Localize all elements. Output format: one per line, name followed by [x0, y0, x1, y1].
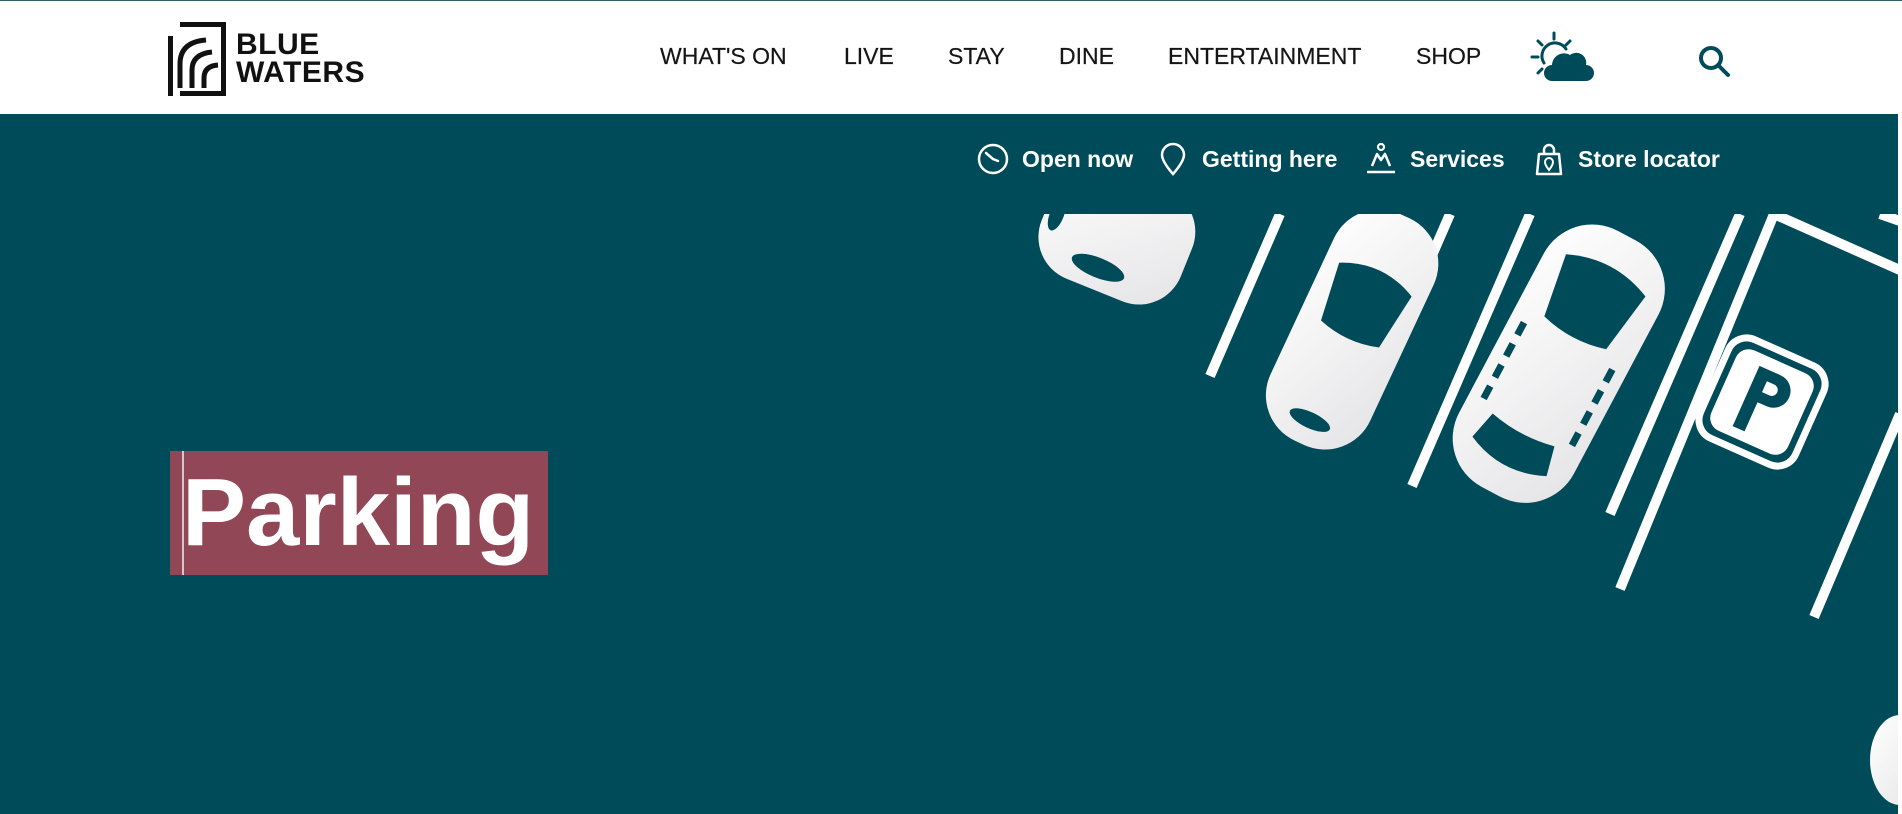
services-link[interactable]: Services — [1364, 142, 1505, 176]
open-now-link[interactable]: Open now — [976, 142, 1133, 176]
logo-line-2: WATERS — [236, 56, 366, 89]
sun-cloud-icon[interactable] — [1530, 31, 1594, 83]
shopping-bag-icon — [1535, 143, 1563, 176]
scrollbar-edge — [1898, 114, 1902, 814]
getting-here-link[interactable]: Getting here — [1156, 142, 1337, 176]
site-logo[interactable]: BLUE WATERS — [166, 19, 396, 99]
nav-item-whats-on[interactable]: WHAT'S ON — [660, 43, 787, 70]
car-1 — [1038, 214, 1196, 305]
bluewater-logo-icon — [168, 22, 226, 96]
nav-item-stay[interactable]: STAY — [948, 43, 1005, 70]
hero-banner: Open now Getting here Services Store loc… — [0, 114, 1898, 814]
store-locator-link[interactable]: Store locator — [1532, 142, 1720, 176]
getting-here-label: Getting here — [1202, 145, 1338, 172]
store-locator-label: Store locator — [1578, 145, 1720, 172]
open-now-label: Open now — [1022, 145, 1134, 172]
nav-item-entertainment[interactable]: ENTERTAINMENT — [1168, 43, 1362, 70]
car-2 — [1265, 214, 1439, 450]
nav-item-shop[interactable]: SHOP — [1416, 43, 1481, 70]
map-pin-icon — [1160, 142, 1186, 176]
parking-lot-illustration — [1038, 214, 1898, 805]
logo-line-1: BLUE — [236, 28, 320, 61]
services-label: Services — [1410, 145, 1505, 172]
site-header: BLUE WATERS WHAT'S ON LIVE STAY DINE ENT… — [0, 1, 1902, 114]
services-icon — [1367, 142, 1395, 174]
clock-icon — [977, 143, 1009, 175]
search-icon[interactable] — [1697, 44, 1731, 78]
car-4 — [1870, 715, 1898, 805]
nav-item-live[interactable]: LIVE — [844, 43, 894, 70]
nav-item-dine[interactable]: DINE — [1059, 43, 1114, 70]
car-3 — [1452, 224, 1665, 503]
logo-wordmark: BLUE WATERS — [236, 28, 366, 89]
page-title: Parking — [182, 459, 535, 566]
